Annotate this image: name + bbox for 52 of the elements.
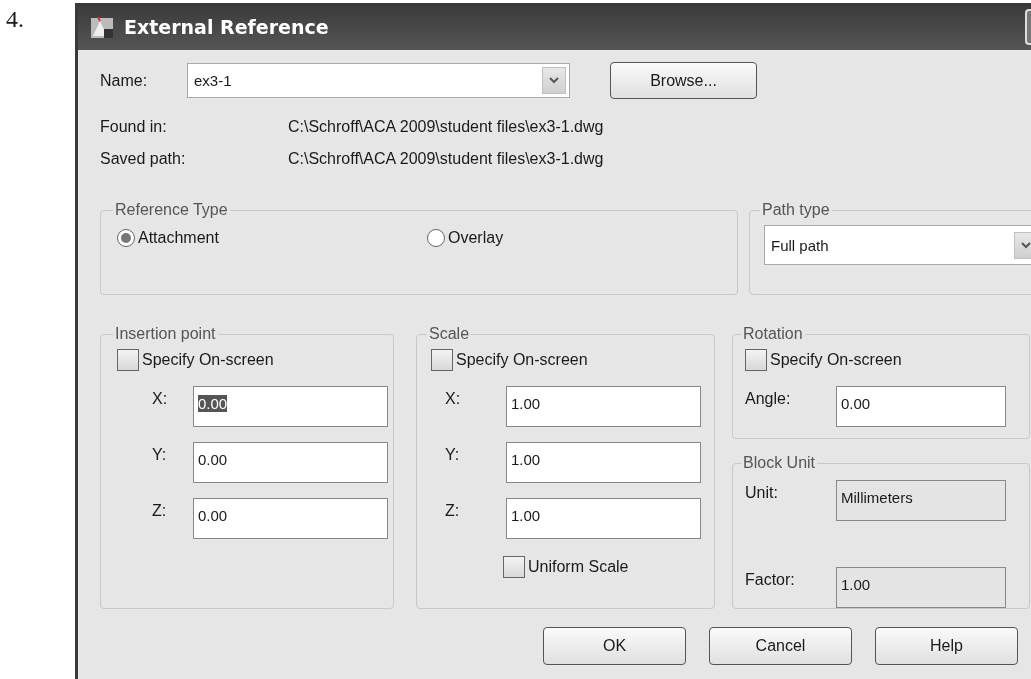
saved-path-label: Saved path: (100, 149, 187, 169)
input-field[interactable]: 1.00 (506, 442, 701, 483)
group-title: Path type (761, 201, 831, 219)
field-label: Y: (444, 445, 461, 464)
input-field[interactable]: Millimeters (836, 480, 1006, 521)
found-in-path: C:\Schroff\ACA 2009\student files\ex3-1.dwg (288, 117, 604, 137)
app-icon (90, 14, 114, 39)
found-in-label: Found in: (100, 117, 168, 137)
input-field[interactable]: 0.00 (193, 442, 388, 483)
group-title: Block Unit (742, 454, 817, 472)
input-field[interactable]: 0.00 (836, 386, 1006, 427)
group-title: Rotation (742, 325, 804, 343)
radio-label[interactable]: Overlay (448, 229, 504, 247)
name-dropdown[interactable]: ex3-1 (187, 63, 570, 98)
checkbox-label[interactable]: Specify On-screen (770, 351, 902, 369)
radio-label[interactable]: Attachment (138, 229, 219, 247)
dialog-button[interactable]: Help (875, 627, 1018, 665)
radio-button[interactable] (117, 229, 135, 247)
saved-path: C:\Schroff\ACA 2009\student files\ex3-1.dwg (288, 149, 604, 169)
field-label: Factor: (745, 570, 796, 589)
step-number: 4. (6, 6, 24, 33)
checkbox[interactable] (745, 349, 767, 371)
input-field[interactable]: 1.00 (836, 567, 1006, 608)
group-title: Insertion point (114, 325, 217, 343)
input-field[interactable]: 1.00 (506, 498, 701, 539)
field-label: Angle: (745, 389, 792, 408)
checkbox-label[interactable]: Specify On-screen (142, 351, 274, 369)
field-label: Y: (151, 445, 168, 464)
field-label: X: (444, 389, 462, 408)
dialog-button[interactable]: Cancel (709, 627, 852, 665)
checkbox[interactable] (503, 556, 525, 578)
group-title: Scale (428, 325, 471, 343)
checkbox[interactable] (117, 349, 139, 371)
path-type-dropdown[interactable]: Full path (764, 225, 1031, 265)
caret-icon (549, 77, 559, 84)
field-label: Z: (444, 501, 461, 520)
group-title: Reference Type (114, 201, 229, 219)
field-label: X: (151, 389, 169, 408)
input-field[interactable]: 0.00 (193, 386, 388, 427)
checkbox-label[interactable]: Uniform Scale (528, 558, 629, 576)
field-label: Z: (151, 501, 168, 520)
caret-icon (1021, 241, 1031, 249)
checkbox-label[interactable]: Specify On-screen (456, 351, 588, 369)
browse-button[interactable]: Browse... (610, 62, 757, 99)
radio-button[interactable] (427, 229, 445, 247)
checkbox[interactable] (431, 349, 453, 371)
window-title: External Reference (124, 15, 329, 38)
dialog-button[interactable]: OK (543, 627, 686, 665)
name-label: Name: (100, 71, 149, 90)
field-label: Unit: (745, 483, 779, 502)
input-field[interactable]: 1.00 (506, 386, 701, 427)
input-field[interactable]: 0.00 (193, 498, 388, 539)
